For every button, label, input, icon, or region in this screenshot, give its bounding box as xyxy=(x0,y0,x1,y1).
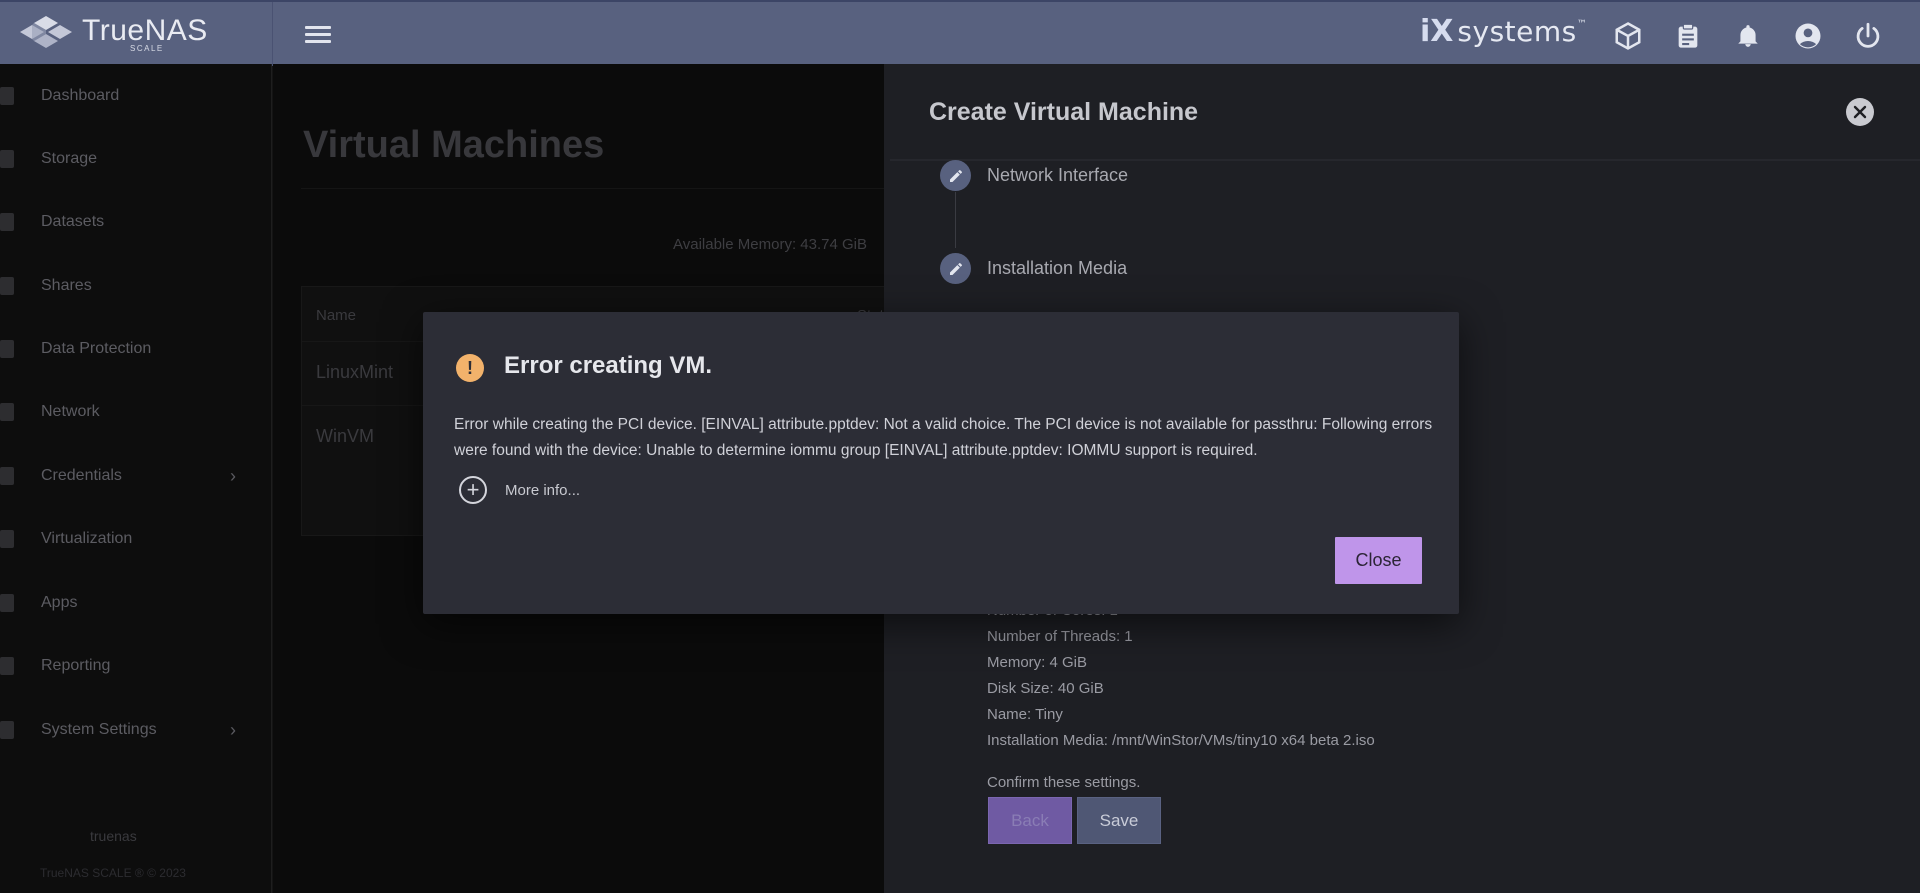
save-button[interactable]: Save xyxy=(1077,797,1161,844)
truenas-logo[interactable]: TrueNAS SCALE xyxy=(18,14,208,54)
title-divider xyxy=(301,188,885,189)
column-header-name[interactable]: Name xyxy=(316,307,356,324)
sidebar-item-label: Dashboard xyxy=(41,87,120,104)
shield-icon xyxy=(0,340,14,358)
truecommand-icon[interactable] xyxy=(1612,20,1644,52)
pencil-icon xyxy=(940,253,971,284)
sidebar-item-credentials[interactable]: Credentials › xyxy=(0,456,272,496)
sidebar-item-datasets[interactable]: Datasets xyxy=(0,202,272,242)
ix-wordmark: systems xyxy=(1457,15,1577,48)
sidebar-item-network[interactable]: Network xyxy=(0,392,272,432)
sidebar-item-storage[interactable]: Storage xyxy=(0,139,272,179)
ix-systems-logo[interactable]: iX systems ™ xyxy=(1420,14,1587,49)
page-title: Virtual Machines xyxy=(303,124,605,166)
sidebar-item-label: Apps xyxy=(41,594,78,611)
ix-mark: iX xyxy=(1420,14,1454,49)
chevron-right-icon: › xyxy=(230,719,236,740)
more-info-label: More info... xyxy=(505,481,581,499)
close-icon[interactable] xyxy=(1846,98,1874,126)
sidebar-item-label: Data Protection xyxy=(41,340,152,357)
summary-name: Name: Tiny xyxy=(987,706,1063,723)
panel-title: Create Virtual Machine xyxy=(929,98,1199,126)
sidebar-item-label: Network xyxy=(41,403,100,420)
dashboard-icon xyxy=(0,87,14,105)
sidebar-item-label: Credentials xyxy=(41,467,122,484)
sidebar-hostname: truenas xyxy=(90,828,137,844)
sidebar-item-label: System Settings xyxy=(41,721,157,738)
available-memory-label: Available Memory: xyxy=(673,236,797,253)
chevron-right-icon: › xyxy=(230,465,236,486)
storage-icon xyxy=(0,150,14,168)
available-memory: Available Memory: 43.74 GiB xyxy=(673,236,867,253)
header-divider xyxy=(272,2,273,66)
apps-grid-icon xyxy=(0,594,14,612)
pencil-icon xyxy=(940,160,971,191)
sidebar-item-label: Datasets xyxy=(41,213,105,230)
vm-name: LinuxMint xyxy=(316,362,394,382)
dialog-title: Error creating VM. xyxy=(504,352,713,379)
stepper-connector xyxy=(955,192,956,248)
sidebar-item-label: Reporting xyxy=(41,657,111,674)
computer-icon xyxy=(0,530,14,548)
step-label: Network Interface xyxy=(987,165,1129,185)
step-installation-media[interactable]: Installation Media xyxy=(940,253,1127,284)
summary-disk-size: Disk Size: 40 GiB xyxy=(987,680,1104,697)
summary-memory: Memory: 4 GiB xyxy=(987,654,1088,671)
datasets-icon xyxy=(0,213,14,231)
step-label: Installation Media xyxy=(987,258,1128,278)
key-icon xyxy=(0,467,14,485)
summary-installation-media: Installation Media: /mnt/WinStor/VMs/tin… xyxy=(987,732,1375,749)
network-icon xyxy=(0,403,14,421)
task-manager-icon[interactable] xyxy=(1672,20,1704,52)
more-info-toggle[interactable]: + More info... xyxy=(459,476,580,504)
close-button[interactable]: Close xyxy=(1335,537,1422,584)
sidebar-item-label: Storage xyxy=(41,150,98,167)
sidebar-item-virtualization[interactable]: Virtualization xyxy=(0,519,272,559)
sidebar-copyright[interactable]: TrueNAS SCALE ® © 2023 xyxy=(40,866,186,880)
summary-threads: Number of Threads: 1 xyxy=(987,628,1133,645)
sidebar-item-data-protection[interactable]: Data Protection xyxy=(0,329,272,369)
dialog-message: Error while creating the PCI device. [EI… xyxy=(454,416,1433,459)
vm-name: WinVM xyxy=(316,426,374,446)
available-memory-value: 43.74 GiB xyxy=(800,236,867,253)
warning-icon: ! xyxy=(456,354,484,382)
chart-icon xyxy=(0,657,14,675)
sidebar-item-apps[interactable]: Apps xyxy=(0,583,272,623)
sidebar-item-shares[interactable]: Shares xyxy=(0,266,272,306)
sidebar-item-system-settings[interactable]: System Settings › xyxy=(0,710,272,750)
sidebar-item-reporting[interactable]: Reporting xyxy=(0,646,272,686)
account-circle-icon[interactable] xyxy=(1792,20,1824,52)
confirm-text: Confirm these settings. xyxy=(987,774,1141,791)
back-button[interactable]: Back xyxy=(988,797,1072,844)
sidebar-item-label: Virtualization xyxy=(41,530,133,547)
step-network-interface[interactable]: Network Interface xyxy=(940,160,1128,191)
plus-circle-icon: + xyxy=(459,476,487,504)
top-toolbar: TrueNAS SCALE iX systems ™ xyxy=(0,0,1920,66)
power-icon[interactable] xyxy=(1852,20,1884,52)
shares-icon xyxy=(0,277,14,295)
sidebar-nav: Dashboard Storage Datasets Shares Data P… xyxy=(0,64,272,893)
truenas-logo-icon xyxy=(20,16,72,48)
notifications-bell-icon[interactable] xyxy=(1732,20,1764,52)
trademark-mark: ™ xyxy=(1576,19,1587,30)
error-dialog: ! Error creating VM. Error while creatin… xyxy=(423,312,1459,614)
sidebar-item-label: Shares xyxy=(41,277,92,294)
sidebar-item-dashboard[interactable]: Dashboard xyxy=(0,76,272,116)
brand-name: TrueNAS xyxy=(82,13,208,47)
gear-icon xyxy=(0,721,14,739)
hamburger-menu-icon[interactable] xyxy=(303,22,333,46)
